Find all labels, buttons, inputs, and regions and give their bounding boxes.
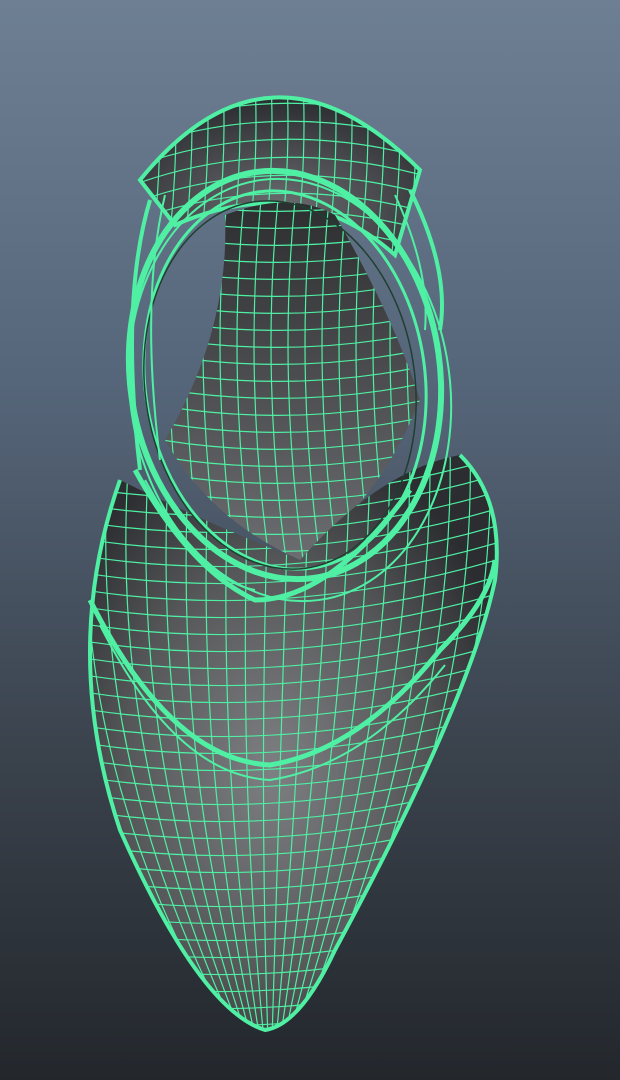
shoe-wireframe-model[interactable] [0,0,620,1080]
maya-viewport[interactable] [0,0,620,1080]
